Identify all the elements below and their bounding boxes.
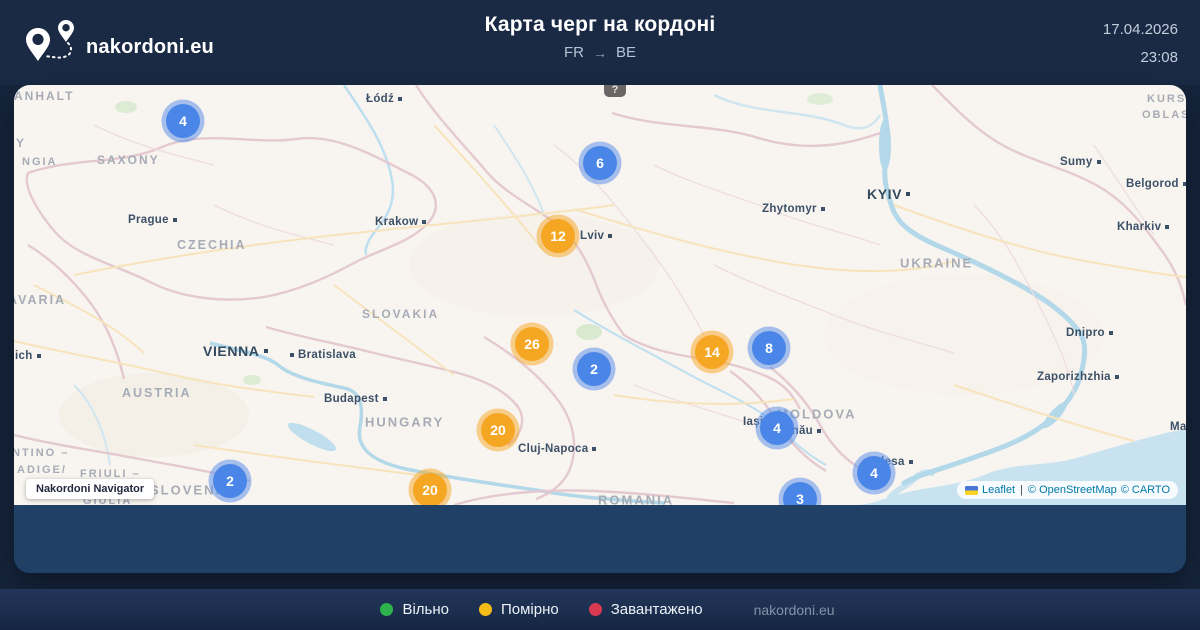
country-label: AVARIA <box>14 293 67 307</box>
legend-item: Вільно <box>380 601 449 618</box>
page-title: Карта черг на кордоні <box>484 13 716 36</box>
queue-marker[interactable]: 14 <box>695 335 729 369</box>
city-label: Sumy <box>1060 156 1101 168</box>
legend-label: Помірно <box>500 601 559 618</box>
city-label: Budapest <box>324 393 387 405</box>
legend-dot-icon <box>478 603 492 616</box>
city-label: VIENNA <box>203 343 268 359</box>
legend-label: Завантажено <box>610 601 703 618</box>
datetime-block: 17.04.2026 23:08 <box>1103 16 1178 72</box>
country-label: NTINO – <box>14 447 70 459</box>
city-label: KYIV <box>867 186 910 202</box>
brand-name: nakordoni.eu <box>86 35 214 58</box>
route-to: BE <box>615 44 637 61</box>
country-label: AUSTRIA <box>122 386 192 400</box>
country-label: NGIA <box>22 156 58 168</box>
country-label: SLOVAKIA <box>362 307 440 321</box>
country-label: SAXONY <box>97 153 160 167</box>
city-label: Krakow <box>375 216 426 228</box>
city-label: ich <box>15 350 41 362</box>
queue-marker[interactable]: 4 <box>857 456 891 490</box>
header-time: 23:08 <box>1140 49 1178 66</box>
city-label: Prague <box>128 214 177 226</box>
country-label: ANHALT <box>14 89 75 103</box>
city-label: Cluj-Napoca <box>518 443 596 455</box>
queue-marker[interactable]: 20 <box>481 413 515 447</box>
country-label: ADIGE/ <box>17 464 67 476</box>
legend-dot-icon <box>588 603 602 616</box>
leaflet-link[interactable]: Leaflet <box>982 484 1015 496</box>
legend-item: Помірно <box>478 601 559 618</box>
brand[interactable]: nakordoni.eu <box>25 19 214 65</box>
route-indicator: FR → BE <box>485 44 716 61</box>
ukraine-flag-icon <box>965 485 979 495</box>
legend-label: Вільно <box>402 601 449 618</box>
queue-marker[interactable]: 2 <box>577 352 611 386</box>
footer-brand: nakordoni.eu <box>753 601 835 618</box>
city-label: Lviv <box>580 230 612 242</box>
city-label: Ma <box>1170 421 1186 433</box>
country-label: Y <box>16 136 27 150</box>
carto-link[interactable]: © CARTO <box>1121 484 1170 496</box>
queue-marker[interactable]: 6 <box>583 146 617 180</box>
queue-marker[interactable]: 20 <box>413 473 447 505</box>
legend-item: Завантажено <box>588 601 703 618</box>
country-label: HUNGARY <box>365 414 445 430</box>
legend-dot-icon <box>380 603 394 616</box>
queue-marker[interactable]: 12 <box>541 219 575 253</box>
country-label: CZECHIA <box>177 238 247 252</box>
city-label: Łódź <box>366 93 402 105</box>
brand-logo-icon <box>26 20 74 61</box>
map-attribution: Leaflet | © OpenStreetMap © CARTO <box>957 481 1178 499</box>
country-label: OBLAST <box>1142 109 1186 121</box>
city-label: Belgorod <box>1126 178 1186 190</box>
city-label: Zhytomyr <box>762 203 825 215</box>
title-block: Карта черг на кордоні FR → BE <box>485 0 716 85</box>
city-label: Kharkiv <box>1117 221 1169 233</box>
app-header: nakordoni.eu Карта черг на кордоні FR → … <box>0 0 1200 85</box>
navigator-badge: Nakordoni Navigator <box>26 479 155 499</box>
queue-marker[interactable]: 4 <box>166 104 200 138</box>
route-arrow-icon: → <box>592 44 607 61</box>
queue-marker[interactable]: 4 <box>760 411 794 445</box>
city-label: Bratislava <box>290 349 356 361</box>
map-card: ANHALT Y NGIA SAXONY CZECHIA AVARIA AUSTRIA SLO… <box>14 85 1186 573</box>
city-label: Dnipro <box>1066 327 1113 339</box>
queue-marker[interactable]: 26 <box>515 327 549 361</box>
city-label: Zaporizhzhia <box>1037 371 1119 383</box>
header-date: 17.04.2026 <box>1102 21 1178 38</box>
queue-marker[interactable]: 2 <box>213 464 247 498</box>
attribution-separator: | <box>1020 484 1023 496</box>
country-label: KURSK <box>1147 93 1186 105</box>
route-from: FR <box>563 44 584 61</box>
country-label: UKRAINE <box>900 255 974 271</box>
map-control-partial[interactable]: ? <box>604 85 626 97</box>
legend-items: Вільно Помірно Завантажено <box>365 601 717 618</box>
legend-bar: Вільно Помірно Завантажено nakordoni.eu <box>0 589 1200 630</box>
queue-marker[interactable]: 8 <box>752 331 786 365</box>
card-footer-panel <box>14 505 1186 573</box>
page: nakordoni.eu Карта черг на кордоні FR → … <box>0 0 1200 630</box>
osm-link[interactable]: © OpenStreetMap <box>1028 484 1117 496</box>
country-label: ROMANIA <box>598 492 675 506</box>
map-canvas[interactable]: ANHALT Y NGIA SAXONY CZECHIA AVARIA AUSTRIA SLO… <box>14 85 1186 505</box>
